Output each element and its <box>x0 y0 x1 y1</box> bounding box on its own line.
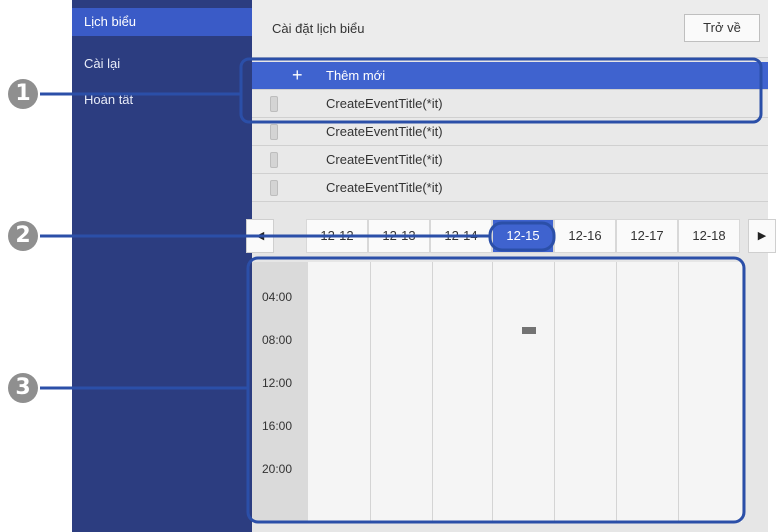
callout-badge-3: 3 <box>8 373 38 403</box>
callout-outline-1 <box>239 57 763 124</box>
callout-outline-3 <box>246 256 746 524</box>
callout-badge-2: 2 <box>8 221 38 251</box>
callout-outline-2 <box>488 221 556 252</box>
callout-badge-1: 1 <box>8 79 38 109</box>
callout-overlay <box>40 57 763 524</box>
